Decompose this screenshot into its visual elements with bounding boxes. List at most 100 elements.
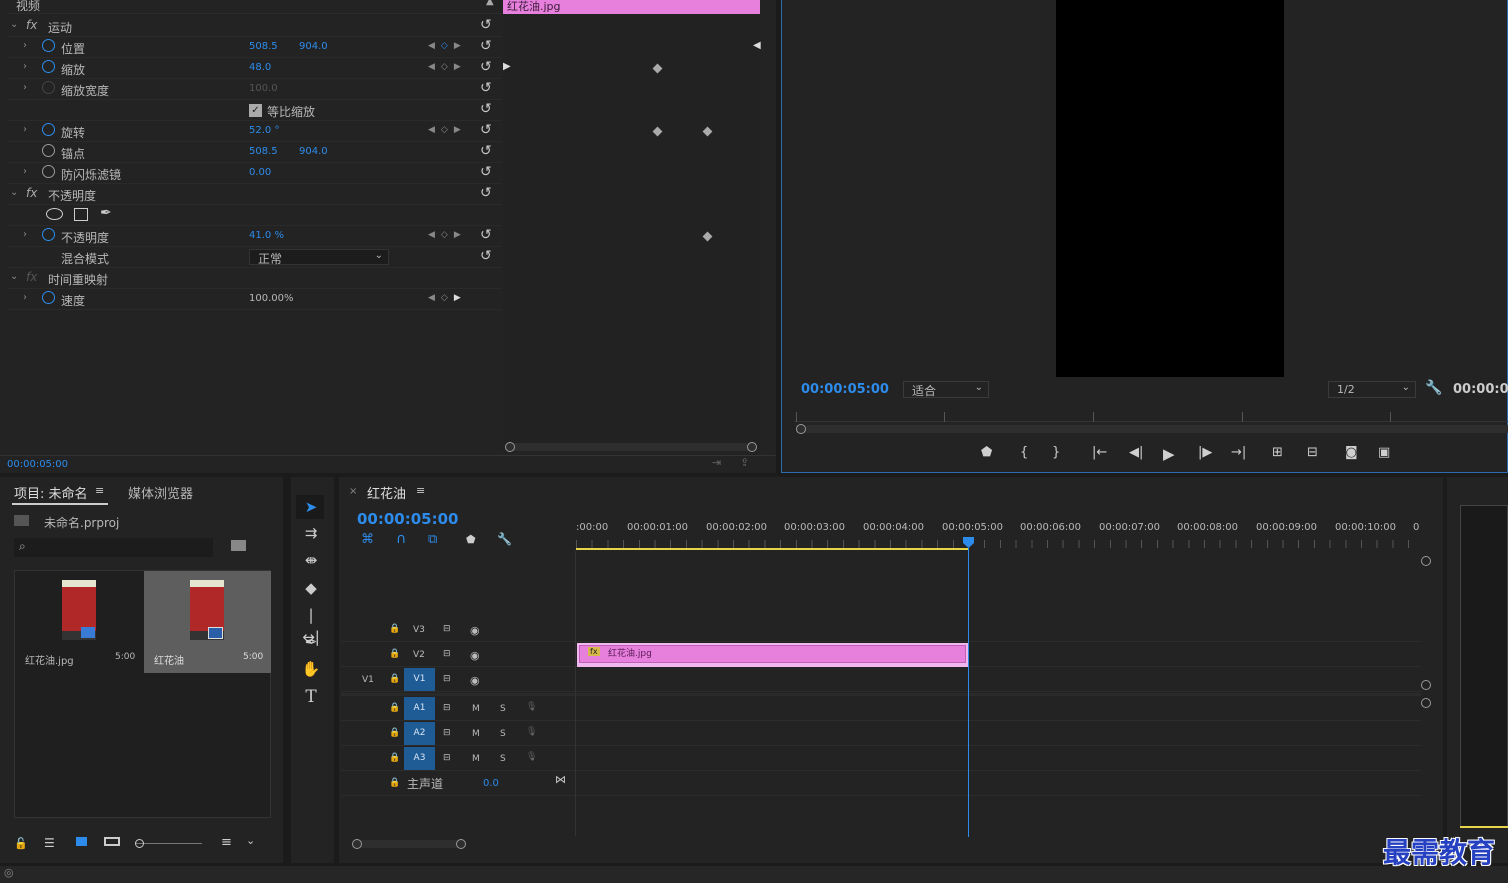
keyframe-nav[interactable]: ◀◇▶ [428, 293, 467, 303]
linked-selection-icon[interactable]: ⧉ [428, 532, 437, 547]
solo-button[interactable]: S [500, 754, 506, 764]
scroll-up-icon[interactable]: ▲ [486, 0, 494, 7]
nest-icon[interactable]: ⌘ [361, 532, 374, 547]
reset-icon[interactable]: ↺ [480, 122, 492, 138]
lock-icon[interactable]: 🔒 [389, 753, 400, 763]
clip-v2[interactable]: fx 红花油.jpg [577, 643, 968, 667]
extract-icon[interactable]: ⊟ [1307, 445, 1318, 460]
menu-icon[interactable]: ≡ [95, 484, 104, 497]
ellipse-mask-icon[interactable] [46, 208, 63, 220]
play-icon[interactable]: ▶ [1163, 445, 1175, 463]
solo-button[interactable]: S [500, 729, 506, 739]
lock-icon[interactable]: 🔒 [389, 778, 400, 788]
type-tool-icon[interactable]: T [300, 686, 322, 708]
speed-value[interactable]: 100.00% [249, 293, 294, 304]
mark-out-icon[interactable]: } [1052, 445, 1060, 460]
time-remap-row[interactable]: ⌄ fx 时间重映射 [8, 268, 502, 289]
video-tracks-scrollbar[interactable] [1421, 556, 1431, 690]
rectangle-mask-icon[interactable] [74, 208, 88, 221]
track-v1[interactable] [341, 667, 1421, 692]
anchor-y-value[interactable]: 904.0 [299, 146, 328, 157]
opacity-effect-row[interactable]: ⌄ fx 不透明度 ↺ [8, 184, 502, 205]
ripple-edit-tool-icon[interactable]: ⇼ [300, 549, 322, 571]
lock-icon[interactable]: 🔒 [389, 674, 400, 684]
chevron-right-icon[interactable]: › [23, 292, 27, 303]
master-volume-value[interactable]: 0.0 [483, 778, 499, 789]
go-to-end-icon[interactable]: ⋈ [555, 773, 566, 786]
lock-icon[interactable]: 🔒 [389, 703, 400, 713]
pen-tool-icon[interactable]: ✒ [300, 631, 322, 653]
mute-button[interactable]: M [472, 704, 480, 714]
icon-view-icon[interactable] [76, 837, 87, 846]
export-icon[interactable]: ⇪ [740, 456, 749, 469]
monitor-ruler[interactable] [794, 410, 1508, 422]
monitor-scrollbar[interactable] [796, 424, 1508, 434]
sync-lock-icon[interactable]: ⊟ [443, 703, 451, 713]
anti-flicker-value[interactable]: 0.00 [249, 167, 271, 178]
stopwatch-icon[interactable] [42, 123, 55, 136]
blend-mode-select[interactable]: 正常 ⌄ [249, 249, 389, 266]
keyframe-diamond[interactable] [702, 126, 713, 137]
lock-icon[interactable]: 🔒 [389, 728, 400, 738]
filter-icon[interactable]: ⇥ [712, 456, 721, 469]
keyframe-diamond[interactable] [702, 231, 713, 242]
keyframe-nav[interactable]: ◀◇▶ [428, 41, 467, 51]
stopwatch-icon[interactable] [42, 144, 55, 157]
go-to-out-icon[interactable]: →| [1231, 445, 1246, 460]
stopwatch-icon[interactable] [42, 39, 55, 52]
menu-icon[interactable]: ≡ [416, 484, 425, 497]
keyframe-nav[interactable]: ◀◇▶ [428, 62, 467, 72]
chevron-right-icon[interactable]: › [23, 166, 27, 177]
audio-tracks-scrollbar[interactable] [1421, 698, 1431, 838]
mute-button[interactable]: M [472, 754, 480, 764]
status-icon[interactable]: ◎ [4, 866, 14, 879]
step-forward-icon[interactable]: |▶ [1198, 445, 1212, 460]
media-item[interactable]: 红花油 5:00 [144, 571, 271, 673]
sync-lock-icon[interactable]: ⊟ [443, 728, 451, 738]
track-target-a3[interactable]: A3 [404, 747, 435, 770]
track-v3[interactable] [341, 617, 1421, 642]
keyframe-diamond[interactable] [652, 63, 663, 74]
chevron-right-icon[interactable]: › [23, 229, 27, 240]
anchor-x-value[interactable]: 508.5 [249, 146, 278, 157]
uniform-scale-checkbox[interactable]: ✓ [249, 104, 262, 117]
motion-effect-row[interactable]: ⌄ fx 运动 ↺ [8, 16, 502, 37]
keyframe-nav[interactable]: ◀◇▶ [428, 230, 467, 240]
reset-icon[interactable]: ↺ [480, 17, 492, 33]
program-timecode[interactable]: 00:00:05:00 [801, 382, 889, 397]
add-marker-icon[interactable]: ⬟ [466, 533, 476, 546]
snap-icon[interactable]: ∩ [396, 531, 406, 547]
sync-lock-icon[interactable]: ⊟ [443, 649, 451, 659]
sort-icon[interactable]: ≡ [221, 835, 232, 850]
effect-timecode[interactable]: 00:00:05:00 [7, 459, 68, 470]
close-icon[interactable]: × [349, 486, 357, 497]
lock-icon[interactable]: 🔓 [14, 837, 28, 850]
track-select-tool-icon[interactable]: ⇉ [300, 522, 322, 544]
resolution-select[interactable]: 1/2 ⌄ [1328, 381, 1416, 398]
keyframe-diamond[interactable] [652, 126, 663, 137]
track-master[interactable] [341, 771, 1421, 796]
keyframe-scrollbar[interactable] [505, 442, 757, 452]
sync-lock-icon[interactable]: ⊟ [443, 753, 451, 763]
reset-icon[interactable]: ↺ [480, 227, 492, 243]
timeline-zoom-scrollbar[interactable] [352, 839, 466, 849]
chevron-right-icon[interactable]: › [23, 124, 27, 135]
track-target-v1[interactable]: V1 [404, 668, 435, 691]
chevron-down-icon[interactable]: ⌄ [10, 19, 18, 30]
go-to-in-icon[interactable]: |← [1092, 445, 1107, 460]
add-marker-icon[interactable]: ⬟ [981, 445, 992, 460]
reset-icon[interactable]: ↺ [480, 59, 492, 75]
stopwatch-icon[interactable] [42, 228, 55, 241]
track-target-a2[interactable]: A2 [404, 722, 435, 745]
pen-mask-icon[interactable]: ✒ [100, 205, 112, 221]
time-ruler[interactable]: :00:00 00:00:01:00 00:00:02:00 00:00:03:… [576, 518, 1421, 551]
eye-icon[interactable]: ◉ [470, 624, 480, 637]
position-x-value[interactable]: 508.5 [249, 41, 278, 52]
media-item[interactable]: 红花油.jpg 5:00 [15, 571, 143, 673]
clip-header-bar[interactable]: 红花油.jpg [503, 0, 760, 14]
opacity-value[interactable]: 41.0 % [249, 230, 284, 241]
stopwatch-icon[interactable] [42, 291, 55, 304]
search-input[interactable]: ⌕ [14, 538, 213, 557]
zoom-slider[interactable] [135, 839, 202, 848]
eye-icon[interactable]: ◉ [470, 674, 480, 687]
